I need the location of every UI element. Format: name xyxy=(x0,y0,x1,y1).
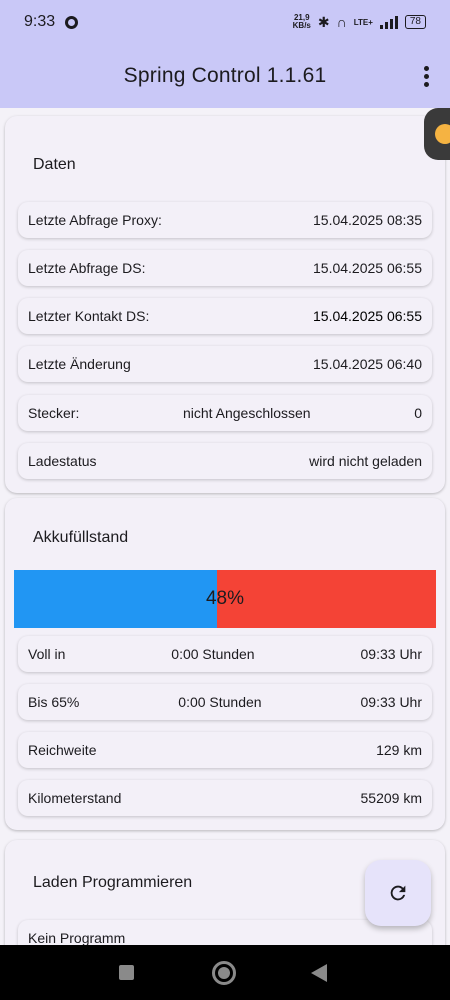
main-content[interactable]: Daten Letzte Abfrage Proxy: 15.04.2025 0… xyxy=(0,108,450,945)
floating-side-tab[interactable] xyxy=(424,108,450,160)
status-time: 9:33 xyxy=(24,13,56,30)
row-value: 09:33 Uhr xyxy=(360,694,422,710)
row-label: Voll in xyxy=(28,646,66,662)
battery-level-bar: 48% xyxy=(14,570,436,628)
floating-bubble-icon xyxy=(435,124,450,144)
row-value: 15.04.2025 06:55 xyxy=(313,308,422,324)
battery-icon: 78 xyxy=(404,15,426,29)
row-ladestatus: Ladestatus wird nicht geladen xyxy=(18,443,432,479)
akku-card: Akkufüllstand 48% Voll in 0:00 Stunden 0… xyxy=(5,498,445,830)
row-value: 09:33 Uhr xyxy=(360,646,422,662)
row-stecker: Stecker: nicht Angeschlossen 0 xyxy=(18,395,432,431)
circle-icon[interactable] xyxy=(212,961,236,985)
row-kein-programm[interactable]: Kein Programm xyxy=(18,920,432,945)
row-value: 15.04.2025 06:55 xyxy=(313,260,422,276)
row-label: Letzte Abfrage Proxy: xyxy=(28,212,162,228)
refresh-button[interactable] xyxy=(365,860,431,926)
status-bar: 9:33 21,9 KB/s ✱ ∩ LTE+ 78 xyxy=(0,0,450,44)
row-label: Letzter Kontakt DS: xyxy=(28,308,150,324)
row-value: 55209 km xyxy=(360,790,422,806)
daten-title: Daten xyxy=(33,156,76,173)
row-label: Kein Programm xyxy=(28,930,126,945)
row-value: 15.04.2025 08:35 xyxy=(313,212,422,228)
row-value: wird nicht geladen xyxy=(309,453,422,469)
row-reichweite: Reichweite 129 km xyxy=(18,732,432,768)
bluetooth-icon: ✱ xyxy=(317,13,330,30)
akku-title: Akkufüllstand xyxy=(33,529,129,546)
row-value: 0 xyxy=(414,405,422,421)
row-bis-65: Bis 65% 0:00 Stunden 09:33 Uhr xyxy=(18,684,432,720)
net-speed: 21,9 KB/s xyxy=(293,14,311,30)
row-middle: 0:00 Stunden xyxy=(178,694,262,710)
headphones-icon: ∩ xyxy=(336,14,347,30)
row-label: Kilometerstand xyxy=(28,790,122,806)
row-value: 129 km xyxy=(376,742,422,758)
daten-card: Daten Letzte Abfrage Proxy: 15.04.2025 0… xyxy=(5,116,445,493)
laden-title: Laden Programmieren xyxy=(33,874,193,891)
row-label: Letzte Abfrage DS: xyxy=(28,260,146,276)
row-letzte-aenderung: Letzte Änderung 15.04.2025 06:40 xyxy=(18,346,432,382)
row-letzte-abfrage-proxy: Letzte Abfrage Proxy: 15.04.2025 08:35 xyxy=(18,202,432,238)
more-vert-icon[interactable] xyxy=(424,66,430,87)
square-icon[interactable] xyxy=(119,965,134,980)
row-label: Bis 65% xyxy=(28,694,80,710)
system-nav-bar xyxy=(0,945,450,1000)
refresh-icon xyxy=(390,885,406,901)
row-middle: 0:00 Stunden xyxy=(171,646,255,662)
row-kilometerstand: Kilometerstand 55209 km xyxy=(18,780,432,816)
battery-percent: 48% xyxy=(205,588,245,609)
status-icons: 21,9 KB/s ✱ ∩ LTE+ 78 xyxy=(293,14,426,31)
row-value: 15.04.2025 06:40 xyxy=(313,356,422,372)
triangle-back-icon[interactable] xyxy=(311,964,327,982)
row-label: Reichweite xyxy=(28,742,97,758)
row-middle: nicht Angeschlossen xyxy=(182,405,311,421)
net-speed-unit: KB/s xyxy=(292,21,311,30)
network-type: LTE+ xyxy=(353,17,373,27)
row-label: Ladestatus xyxy=(28,453,97,469)
notification-circle-icon xyxy=(65,15,79,29)
app-bar: Spring Control 1.1.61 xyxy=(0,44,450,108)
app-title: Spring Control 1.1.61 xyxy=(123,64,327,87)
row-letzte-abfrage-ds: Letzte Abfrage DS: 15.04.2025 06:55 xyxy=(18,250,432,286)
signal-icon xyxy=(379,15,398,29)
row-letzter-kontakt-ds: Letzter Kontakt DS: 15.04.2025 06:55 xyxy=(18,298,432,334)
row-label: Letzte Änderung xyxy=(28,356,131,372)
row-label: Stecker: xyxy=(28,405,80,421)
row-voll-in: Voll in 0:00 Stunden 09:33 Uhr xyxy=(18,636,432,672)
